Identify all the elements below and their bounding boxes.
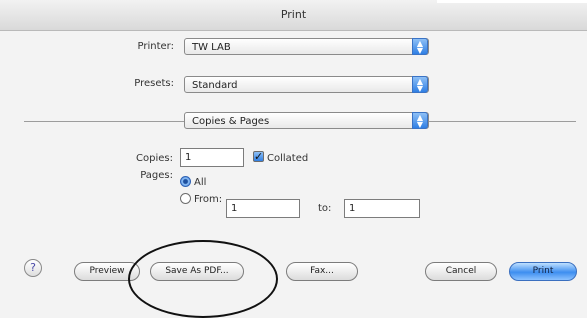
presets-popup[interactable]: Standard ▲ ▼: [184, 76, 429, 93]
pages-label: Pages:: [140, 170, 173, 181]
separator-right: [429, 121, 576, 122]
print-dialog: Print Printer: TW LAB ▲ ▼ Presets: Standa…: [0, 0, 587, 318]
printer-label: Printer:: [137, 41, 174, 52]
printer-popup[interactable]: TW LAB ▲ ▼: [184, 38, 429, 55]
pages-from-label: From:: [194, 194, 223, 205]
question-mark-icon: ?: [30, 261, 36, 274]
section-popup[interactable]: Copies & Pages ▲ ▼: [184, 112, 429, 129]
cancel-button[interactable]: Cancel: [425, 262, 497, 281]
presets-value: Standard: [192, 80, 238, 91]
preview-button[interactable]: Preview: [74, 262, 140, 281]
section-value: Copies & Pages: [192, 116, 270, 127]
pages-to-field[interactable]: 1: [344, 199, 420, 218]
pages-from-radio[interactable]: [180, 193, 191, 204]
pages-all-radio[interactable]: [180, 176, 191, 187]
window-title: Print: [280, 8, 307, 21]
title-bar: Print: [0, 0, 587, 31]
copies-label: Copies:: [136, 153, 173, 164]
fax-button[interactable]: Fax...: [286, 262, 358, 281]
updown-chevron-icon: ▲ ▼: [412, 76, 428, 93]
updown-chevron-icon: ▲ ▼: [412, 38, 428, 55]
save-as-pdf-button[interactable]: Save As PDF...: [150, 262, 244, 281]
copies-field[interactable]: 1: [180, 148, 244, 167]
presets-label: Presets:: [134, 78, 174, 89]
checkmark-icon: ✓: [254, 150, 264, 163]
pages-all-label: All: [194, 177, 207, 188]
collated-label: Collated: [267, 153, 309, 164]
title-notch: [437, 0, 587, 3]
printer-value: TW LAB: [192, 42, 231, 53]
pages-from-field[interactable]: 1: [226, 199, 300, 218]
pages-to-label: to:: [318, 203, 332, 214]
print-button[interactable]: Print: [509, 262, 577, 281]
updown-chevron-icon: ▲ ▼: [412, 112, 428, 129]
separator-left: [24, 121, 184, 122]
collated-checkbox[interactable]: ✓: [253, 151, 264, 162]
help-button[interactable]: ?: [24, 259, 42, 277]
